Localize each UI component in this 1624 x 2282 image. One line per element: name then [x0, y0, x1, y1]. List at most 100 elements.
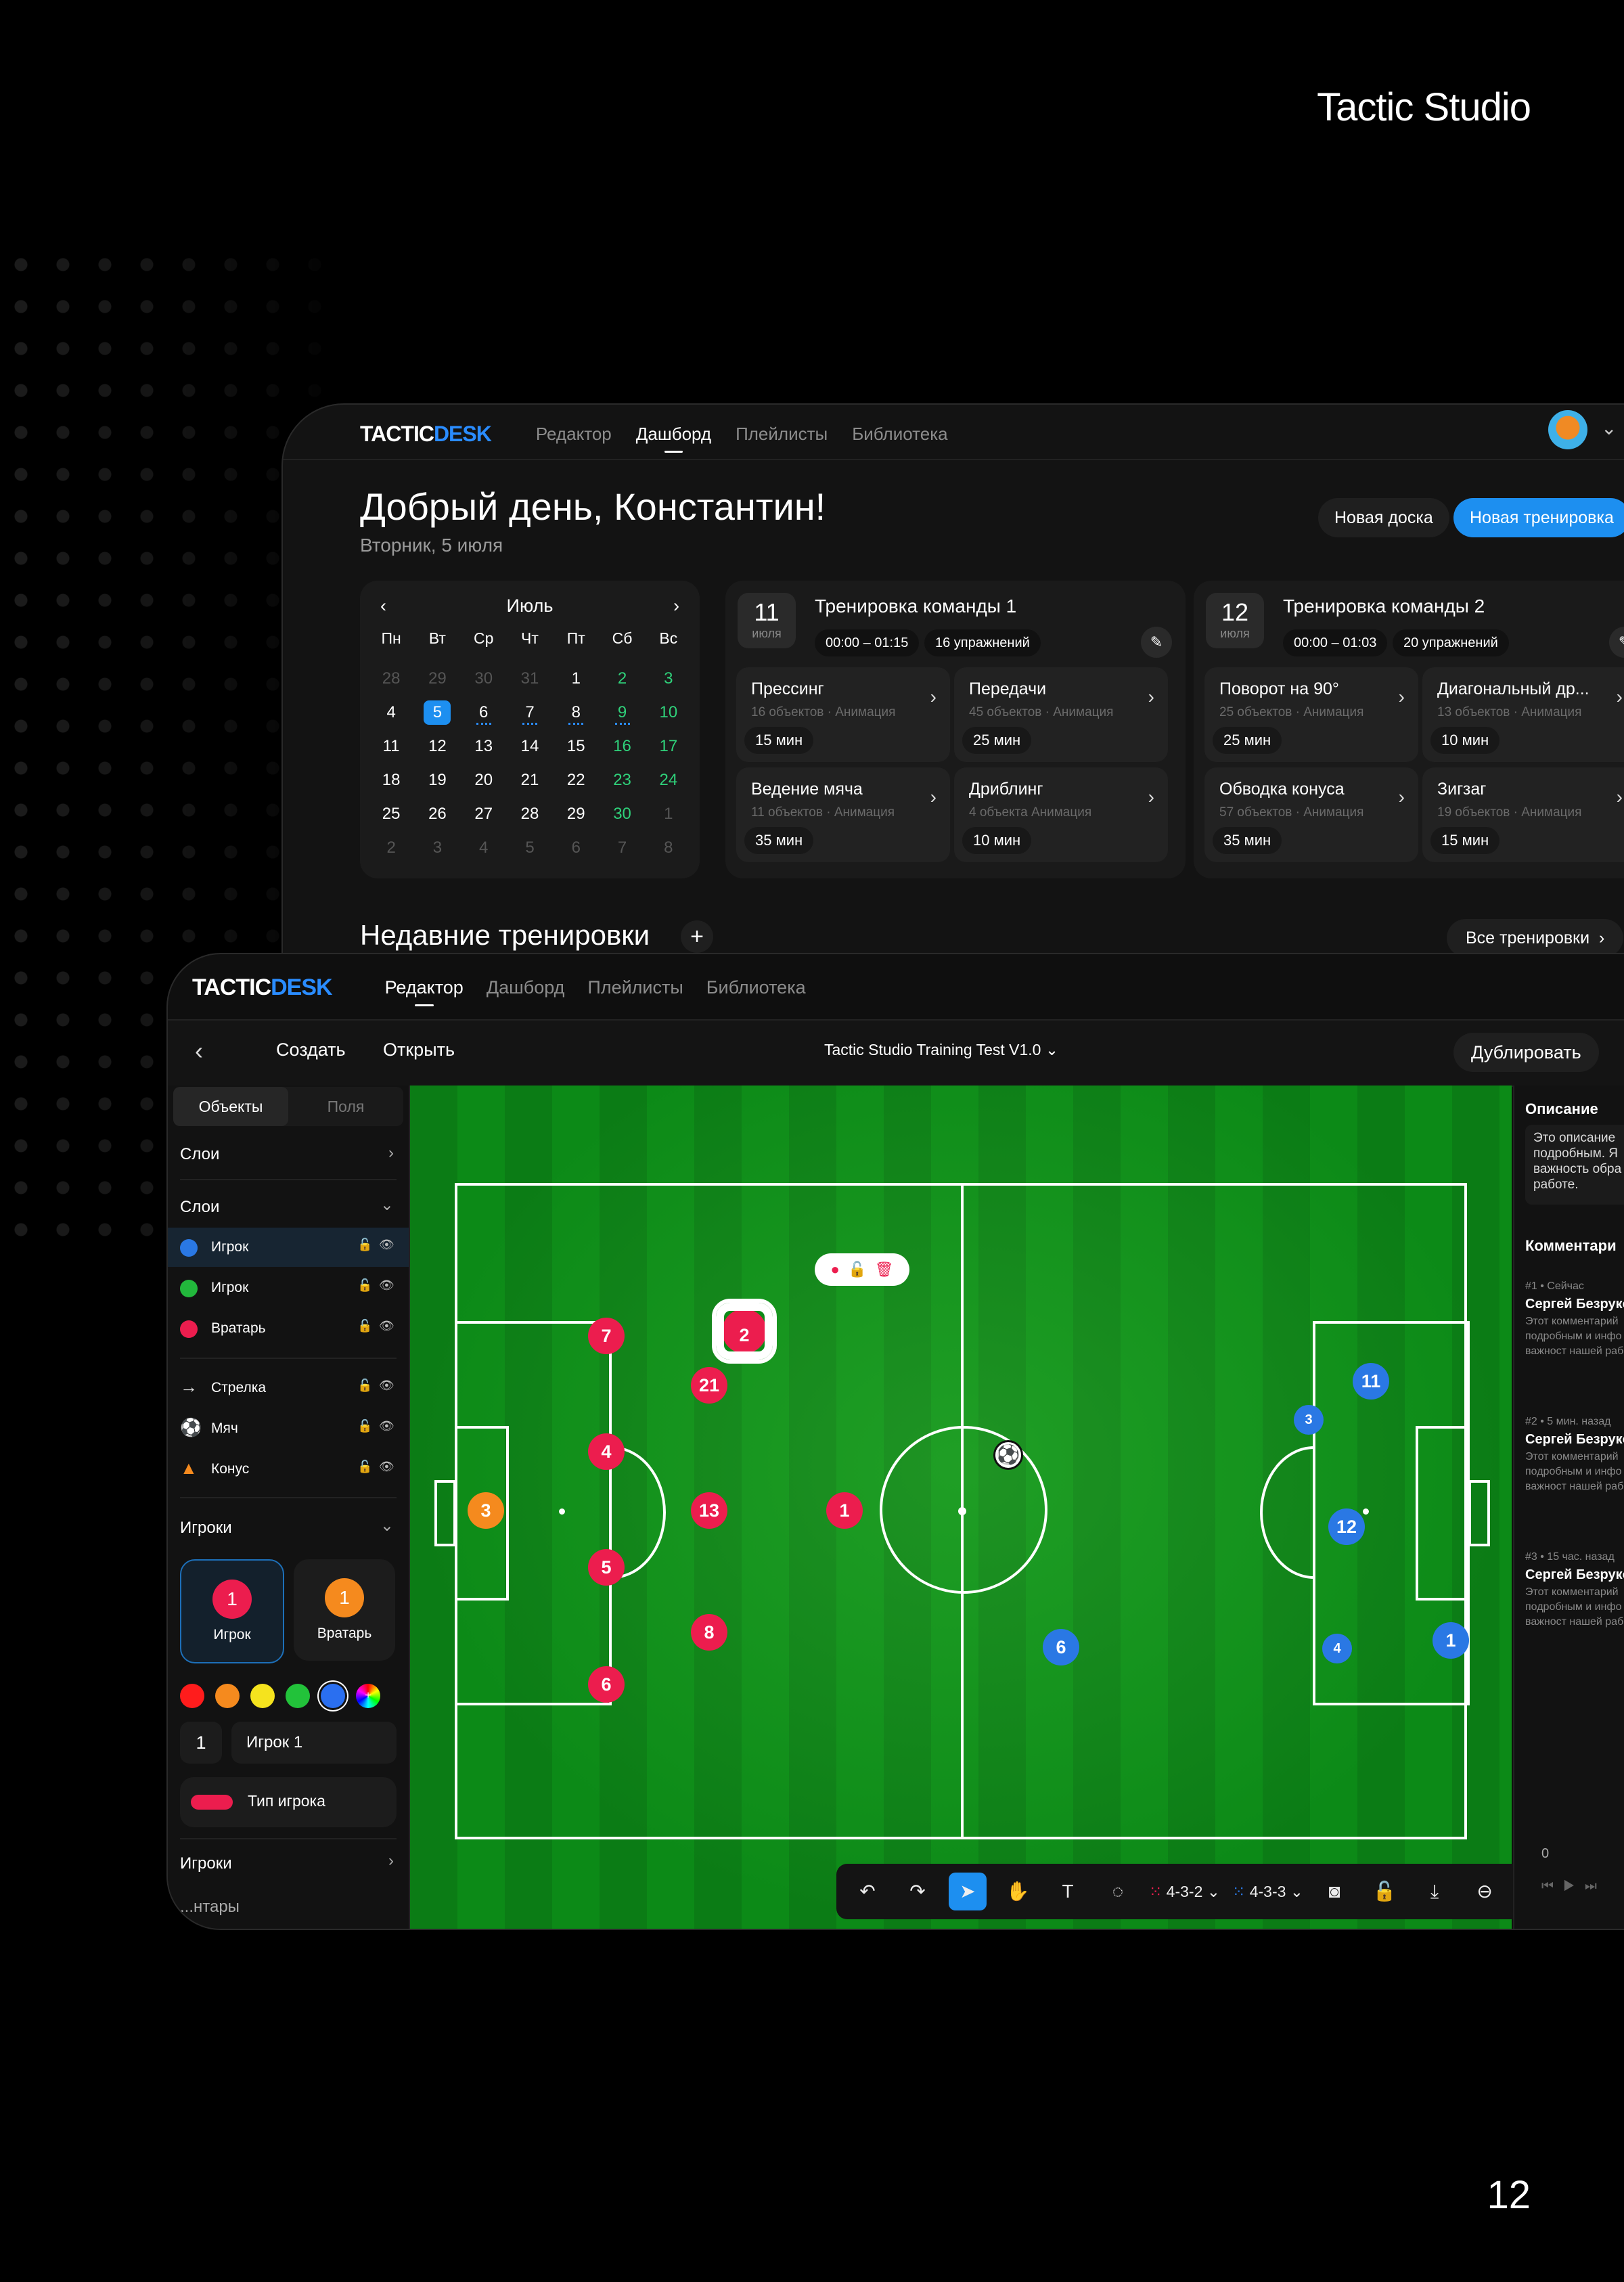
calendar-day[interactable]: 21	[507, 768, 553, 792]
comment-item[interactable]: #1 • Сейчас Сергей Безрукo Этот коммента…	[1525, 1279, 1624, 1359]
layer-item[interactable]: Игрок 🔓 👁	[168, 1268, 409, 1307]
open-button[interactable]: Открыть	[383, 1039, 455, 1060]
object-item[interactable]: → Стрелка 🔓 👁	[168, 1368, 409, 1408]
player-token[interactable]: 4	[588, 1433, 625, 1470]
redo-icon[interactable]: ↷	[899, 1873, 937, 1910]
new-training-button[interactable]: Новая тренировка	[1453, 498, 1624, 537]
nav-playlists[interactable]: Плейлисты	[736, 424, 828, 445]
tab-fields[interactable]: Поля	[288, 1087, 403, 1126]
comment-item[interactable]: #3 • 15 час. назад Сергей Безрукo Этот к…	[1525, 1550, 1624, 1630]
player-token[interactable]: 7	[588, 1318, 625, 1354]
player-token[interactable]: 11	[1353, 1363, 1389, 1400]
exercise-card[interactable]: Ведение мяча 11 объектов · Анимация 35 м…	[736, 767, 950, 862]
section-players-2[interactable]: Игроки	[180, 1854, 232, 1873]
calendar-day[interactable]: 5	[507, 836, 553, 860]
lock-icon[interactable]: 🔓	[357, 1460, 372, 1474]
calendar-day[interactable]: 14	[507, 734, 553, 759]
player-token[interactable]: 6	[588, 1666, 625, 1703]
exercise-card[interactable]: Передачи 45 объектов · Анимация 25 мин ›	[954, 667, 1168, 762]
record-icon[interactable]: ●	[830, 1261, 839, 1278]
select-tool-icon[interactable]: ➤	[949, 1873, 987, 1910]
chevron-right-icon[interactable]: ›	[673, 596, 679, 617]
calendar-day[interactable]: 11	[368, 734, 414, 759]
calendar-day[interactable]: 16	[599, 734, 645, 759]
logo[interactable]: TACTICDESK	[192, 975, 333, 1001]
all-trainings-button[interactable]: Все тренировки ›	[1447, 919, 1624, 957]
calendar-day[interactable]: 25	[368, 802, 414, 826]
calendar-day[interactable]: 8	[553, 700, 599, 725]
calendar-day[interactable]: 12	[414, 734, 460, 759]
nav-playlists[interactable]: Плейлисты	[587, 977, 683, 998]
layer-item[interactable]: Игрок 🔓 👁	[168, 1228, 409, 1267]
formation-blue[interactable]: ⁙ 4-3-3 ⌄	[1232, 1883, 1303, 1901]
color-swatch[interactable]	[215, 1684, 240, 1708]
chevron-down-icon[interactable]: ⌄	[380, 1516, 394, 1536]
edit-icon[interactable]: ✎	[1141, 627, 1172, 658]
player-token[interactable]: 2	[712, 1299, 777, 1364]
player-type-card[interactable]: 1 Вратарь	[294, 1559, 395, 1661]
player-number-input[interactable]: 1	[180, 1722, 222, 1764]
exercise-card[interactable]: Прессинг 16 объектов · Анимация 15 мин ›	[736, 667, 950, 762]
nav-editor[interactable]: Редактор	[385, 977, 464, 1006]
layer-item[interactable]: Вратарь 🔓 👁	[168, 1309, 409, 1348]
logo[interactable]: TACTICDESK	[360, 422, 492, 447]
eye-icon[interactable]: 👁	[379, 1278, 394, 1293]
calendar-day[interactable]: 5	[424, 700, 451, 725]
calendar-day[interactable]: 13	[461, 734, 507, 759]
object-item[interactable]: ⚽ Мяч 🔓 👁	[168, 1409, 409, 1448]
player-token[interactable]: 1	[826, 1492, 863, 1529]
training-card[interactable]: 12 июля Тренировка команды 2 00:00 – 01:…	[1194, 581, 1624, 878]
player-token[interactable]: 3	[1294, 1405, 1324, 1435]
lock-icon[interactable]: 🔓	[357, 1319, 372, 1333]
shape-tool-icon[interactable]: ◌	[1099, 1873, 1137, 1910]
calendar-day[interactable]: 24	[646, 768, 692, 792]
tab-objects[interactable]: Объекты	[173, 1087, 288, 1126]
color-swatch[interactable]	[180, 1684, 204, 1708]
lock-icon[interactable]: 🔓	[357, 1379, 372, 1393]
duplicate-button[interactable]: Дублировать	[1453, 1033, 1599, 1072]
edit-icon[interactable]: ✎	[1609, 627, 1624, 658]
back-icon[interactable]: ‹	[195, 1037, 203, 1065]
eye-icon[interactable]: 👁	[379, 1238, 394, 1252]
undo-icon[interactable]: ↶	[849, 1873, 886, 1910]
training-card[interactable]: 11 июля Тренировка команды 1 00:00 – 01:…	[725, 581, 1186, 878]
add-color-icon[interactable]: +	[356, 1684, 380, 1708]
eye-icon[interactable]: 👁	[379, 1319, 394, 1333]
calendar-day[interactable]: 20	[461, 768, 507, 792]
calendar-day[interactable]: 31	[507, 667, 553, 691]
chevron-left-icon[interactable]: ‹	[380, 596, 386, 617]
exercise-card[interactable]: Диагональный др... 13 объектов · Анимаци…	[1422, 667, 1624, 762]
player-token[interactable]: 6	[1043, 1629, 1079, 1665]
player-name-input[interactable]: Игрок 1	[231, 1722, 397, 1764]
camera-icon[interactable]: ◙	[1315, 1873, 1353, 1910]
formation-red[interactable]: ⁙ 4-3-2 ⌄	[1149, 1883, 1220, 1901]
eye-icon[interactable]: 👁	[379, 1460, 394, 1474]
hand-tool-icon[interactable]: ✋	[999, 1873, 1037, 1910]
description-text[interactable]: Это описание подробным. Я важность обра …	[1525, 1125, 1624, 1205]
calendar-day[interactable]: 30	[599, 802, 645, 826]
object-item[interactable]: ▲ Конус 🔓 👁	[168, 1450, 409, 1489]
section-partial[interactable]: ...нтары	[180, 1898, 240, 1917]
text-tool-icon[interactable]: T	[1049, 1873, 1087, 1910]
calendar-day[interactable]: 19	[414, 768, 460, 792]
player-token[interactable]: 5	[588, 1549, 625, 1586]
exercise-card[interactable]: Обводка конуса 57 объектов · Анимация 35…	[1204, 767, 1418, 862]
nav-dashboard[interactable]: Дашборд	[636, 424, 711, 453]
calendar-day[interactable]: 3	[646, 667, 692, 691]
playback-controls[interactable]: ⏮▶⏭	[1541, 1879, 1606, 1894]
calendar-day[interactable]: 1	[646, 802, 692, 826]
selection-toolbar[interactable]: ● 🔓 🗑	[815, 1253, 909, 1286]
eye-icon[interactable]: 👁	[379, 1379, 394, 1393]
ball-icon[interactable]: ⚽	[993, 1440, 1023, 1470]
lock-icon[interactable]: 🔓	[357, 1419, 372, 1433]
player-token[interactable]: 1	[1433, 1622, 1469, 1659]
player-token[interactable]: 13	[691, 1492, 727, 1529]
chevron-down-icon[interactable]: ⌄	[380, 1195, 394, 1215]
calendar-day[interactable]: 28	[507, 802, 553, 826]
calendar-day[interactable]: 23	[599, 768, 645, 792]
new-board-button[interactable]: Новая доска	[1318, 498, 1449, 537]
calendar-day[interactable]: 2	[368, 836, 414, 860]
calendar-day[interactable]: 8	[646, 836, 692, 860]
download-icon[interactable]: ⤓	[1416, 1873, 1453, 1910]
calendar-day[interactable]: 9	[599, 700, 645, 725]
